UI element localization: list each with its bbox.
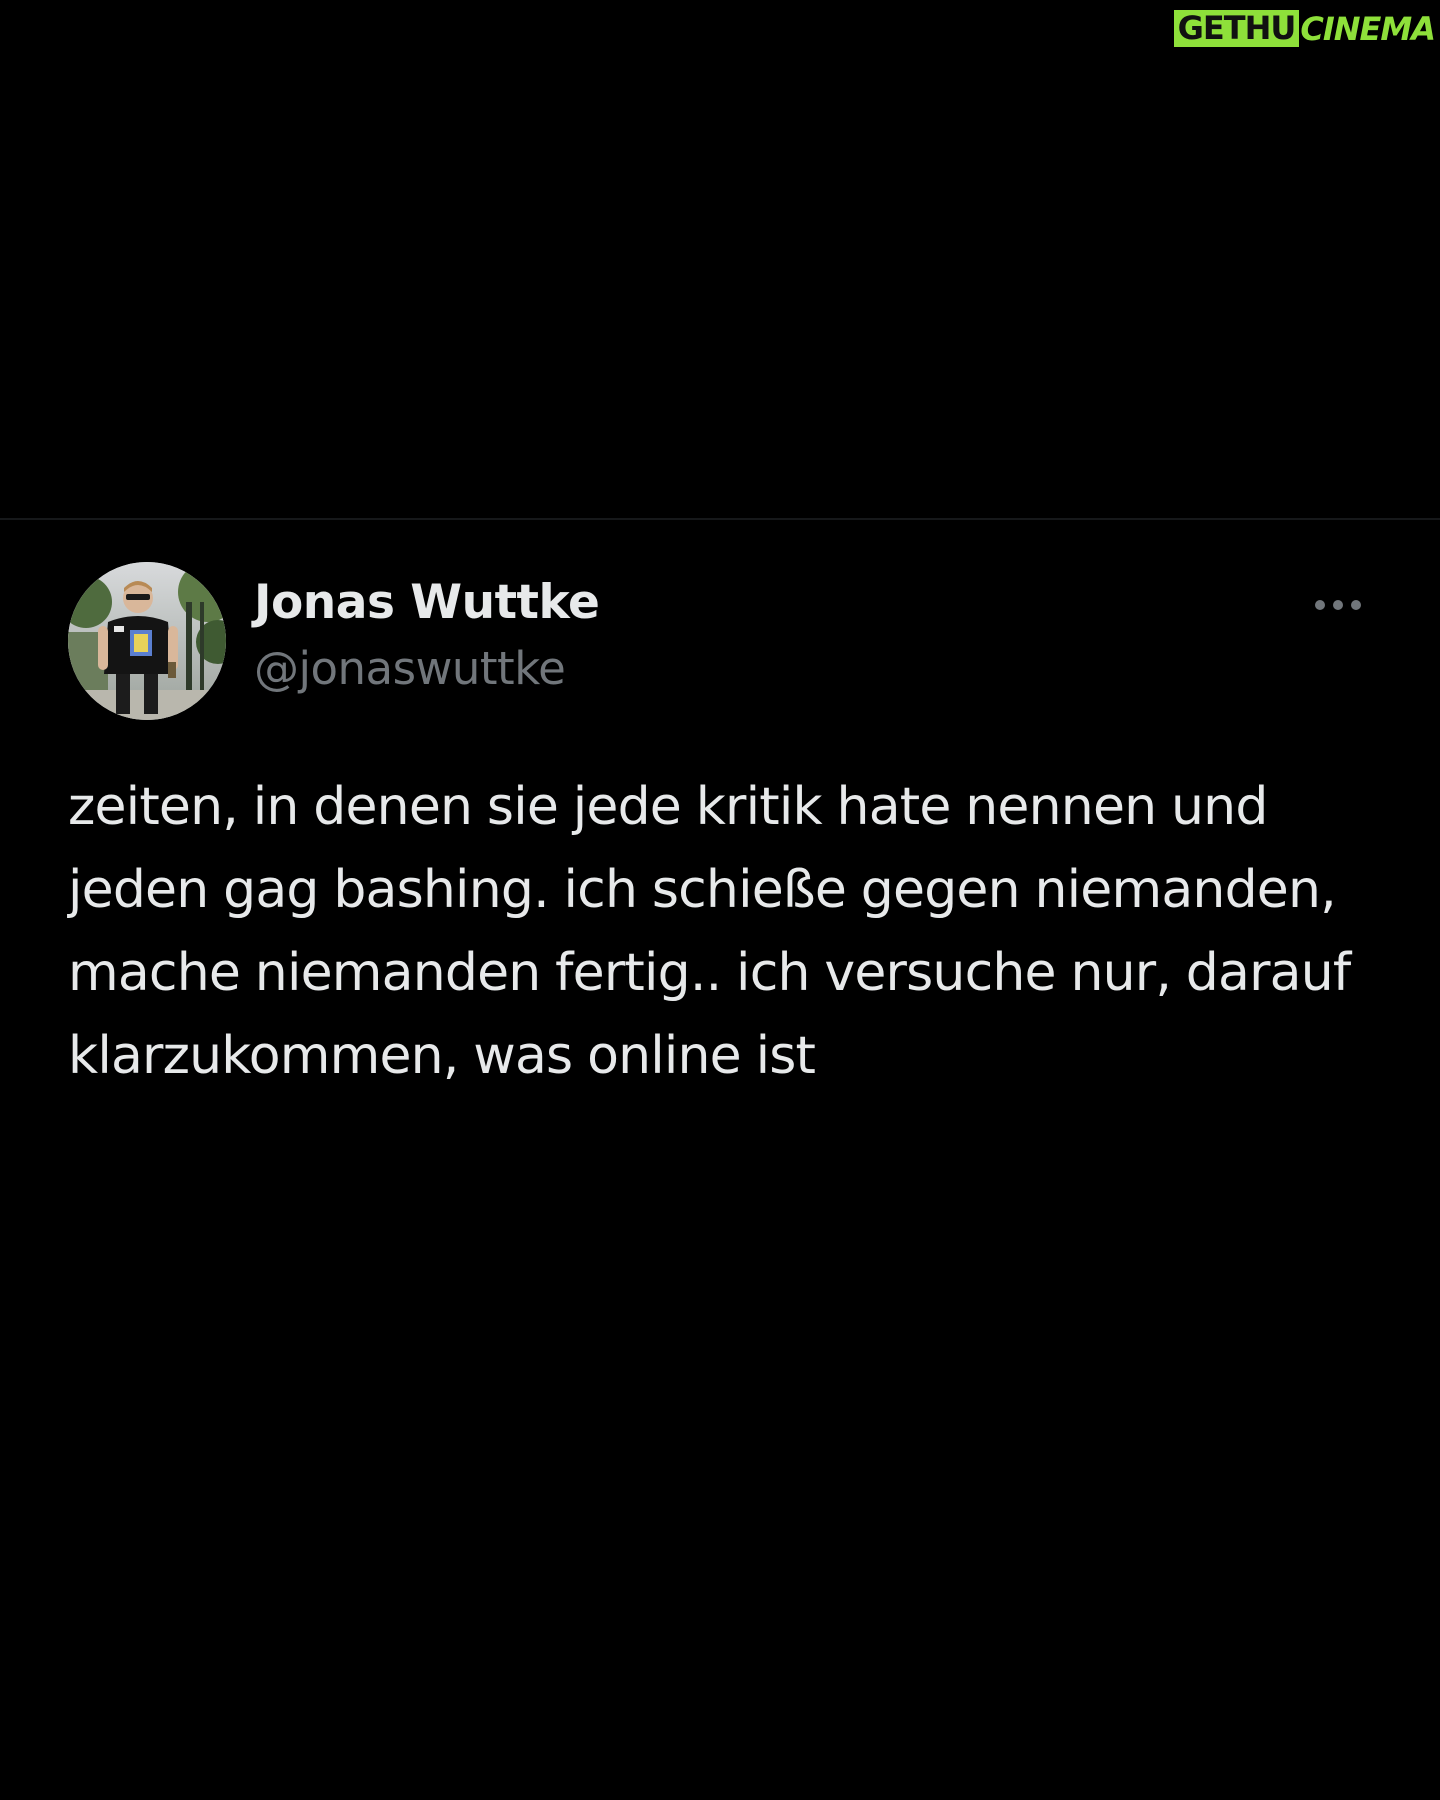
watermark-logo: GETHU CINEMA	[1173, 9, 1436, 48]
author-handle[interactable]: @jonaswuttke	[254, 639, 599, 700]
avatar[interactable]	[68, 562, 226, 720]
user-info: Jonas Wuttke @jonaswuttke	[254, 574, 600, 700]
watermark-left-text: GETHU	[1173, 10, 1300, 47]
tweet-text: zeiten, in denen sie jede kritik hate ne…	[68, 777, 1351, 1086]
avatar-photo	[68, 562, 226, 720]
tweet-card: Jonas Wuttke @jonaswuttke zeiten, in den…	[68, 560, 1368, 1098]
more-horizontal-icon	[1315, 600, 1361, 610]
top-divider	[0, 518, 1440, 520]
author-display-name[interactable]: Jonas Wuttke	[254, 574, 600, 633]
tweet-header: Jonas Wuttke @jonaswuttke	[68, 560, 1368, 722]
watermark-right-text: CINEMA	[1300, 9, 1436, 48]
more-options-button[interactable]	[1308, 590, 1368, 620]
